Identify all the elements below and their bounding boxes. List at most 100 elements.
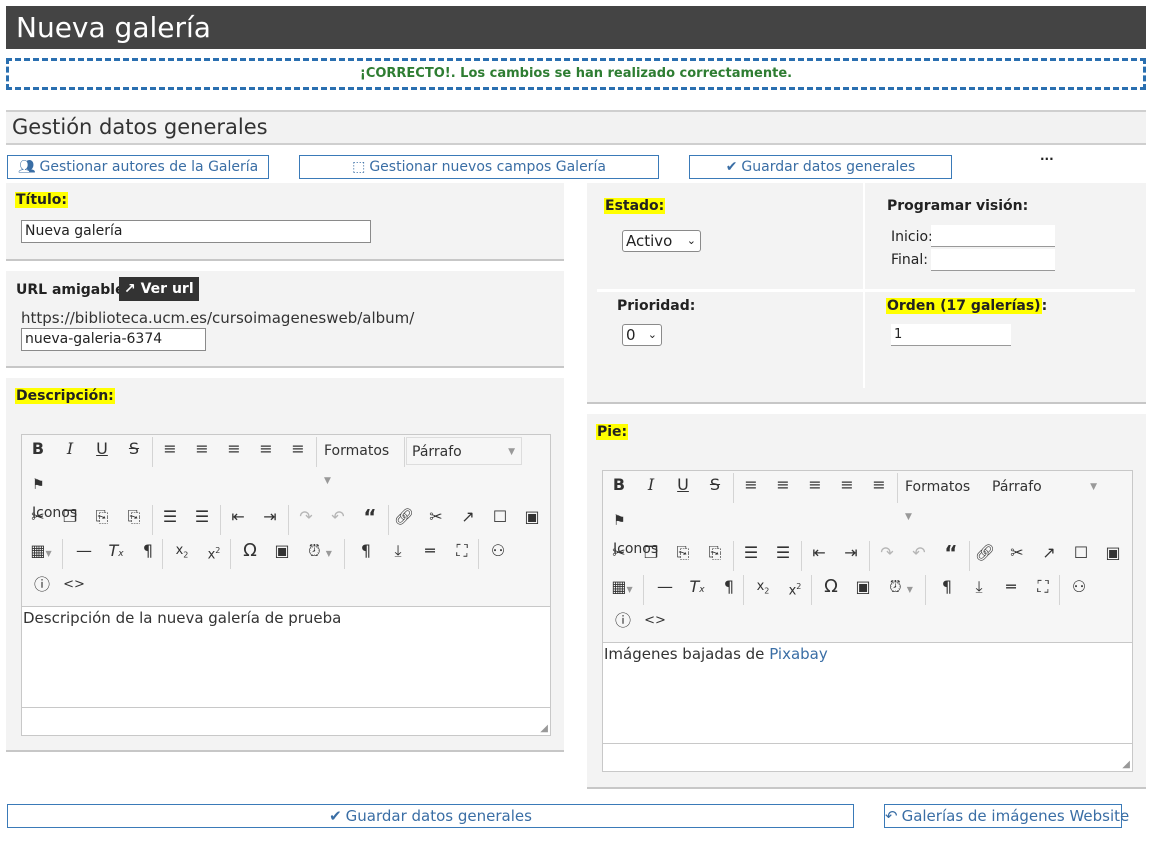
underline-icon[interactable]: U — [88, 435, 116, 463]
final-input[interactable] — [931, 249, 1055, 271]
image-icon[interactable]: ▣ — [518, 503, 546, 531]
indent-icon[interactable]: ⇥ — [837, 539, 865, 567]
align-left-icon[interactable]: ≡ — [156, 435, 184, 463]
help-icon[interactable]: ⓘ — [28, 571, 56, 599]
numbered-list-icon[interactable]: ☰ — [769, 539, 797, 567]
omega-icon[interactable]: Ω — [236, 537, 264, 565]
external-link-icon[interactable]: ↗ — [1035, 539, 1063, 567]
underline-icon[interactable]: U — [669, 471, 697, 499]
more-options-icon[interactable]: ··· — [1040, 152, 1054, 166]
show-blocks-icon[interactable]: ¶ — [933, 573, 961, 601]
pie-content[interactable]: Imágenes bajadas de Pixabay — [603, 643, 1132, 665]
external-link-icon[interactable]: ↗ — [454, 503, 482, 531]
subscript-icon[interactable]: x2 — [168, 537, 196, 565]
inicio-input[interactable] — [931, 225, 1055, 247]
fullscreen-icon[interactable]: ⛶ — [448, 537, 476, 565]
link-icon[interactable]: 🔗︎ — [390, 503, 418, 531]
media-icon[interactable]: ▣ — [268, 537, 296, 565]
bold-icon[interactable]: B — [605, 471, 633, 499]
title-input[interactable]: Nueva galería — [21, 220, 371, 243]
binoculars-icon[interactable]: ⚇ — [1065, 573, 1093, 601]
insert-icon[interactable]: ⤓ — [384, 537, 412, 565]
superscript-icon[interactable]: x2 — [200, 537, 228, 565]
resize-handle-icon[interactable]: ◢ — [1122, 759, 1130, 770]
table-icon[interactable]: ▦▼ — [24, 537, 58, 565]
outdent-icon[interactable]: ⇤ — [805, 539, 833, 567]
description-content[interactable]: Descripción de la nueva galería de prueb… — [22, 607, 550, 629]
show-blocks-icon[interactable]: ¶ — [352, 537, 380, 565]
pilcrow-icon[interactable]: ¶ — [134, 537, 162, 565]
bullet-list-icon[interactable]: ☰ — [156, 503, 184, 531]
source-code-icon[interactable]: <> — [641, 607, 669, 635]
align-right-icon[interactable]: ≡ — [801, 471, 829, 499]
numbered-list-icon[interactable]: ☰ — [188, 503, 216, 531]
prioridad-select[interactable]: 0 ⌄ — [622, 324, 662, 346]
undo-icon[interactable]: ↶ — [324, 503, 352, 531]
outdent-icon[interactable]: ⇤ — [224, 503, 252, 531]
formats-dropdown[interactable]: Formatos ▼ — [905, 473, 970, 531]
align-center-icon[interactable]: ≡ — [769, 471, 797, 499]
save-general-button[interactable]: ✔ Guardar datos generales — [689, 155, 952, 179]
bookmark-icon[interactable]: ☐ — [1067, 539, 1095, 567]
help-icon[interactable]: ⓘ — [609, 607, 637, 635]
clear-format-icon[interactable]: Tx — [102, 537, 130, 565]
unlink-icon[interactable]: ✂ — [422, 503, 450, 531]
clear-format-icon[interactable]: Tx — [683, 573, 711, 601]
orden-input[interactable]: 1 — [891, 324, 1011, 346]
align-center-icon[interactable]: ≡ — [188, 435, 216, 463]
insert-icon[interactable]: ⤓ — [965, 573, 993, 601]
bullet-list-icon[interactable]: ☰ — [737, 539, 765, 567]
subscript-icon[interactable]: x2 — [749, 573, 777, 601]
page-break-icon[interactable]: ═ — [997, 573, 1025, 601]
cut-icon[interactable]: ✂ — [24, 503, 52, 531]
source-code-icon[interactable]: <> — [60, 571, 88, 599]
paragraph-dropdown[interactable]: Párrafo ▼ — [987, 473, 1103, 501]
clock-icon[interactable]: ⏰︎ ▼ — [881, 573, 921, 601]
blockquote-icon[interactable]: “ — [937, 539, 965, 567]
copy-icon[interactable]: ❐ — [637, 539, 665, 567]
paste-icon[interactable]: ⎘ — [88, 503, 116, 531]
paste-text-icon[interactable]: ⎘ — [120, 503, 148, 531]
align-right-icon[interactable]: ≡ — [220, 435, 248, 463]
horizontal-rule-icon[interactable]: — — [70, 537, 98, 565]
superscript-icon[interactable]: x2 — [781, 573, 809, 601]
manage-fields-button[interactable]: ⬚ Gestionar nuevos campos Galería — [299, 155, 659, 179]
bookmark-icon[interactable]: ☐ — [486, 503, 514, 531]
clock-icon[interactable]: ⏰︎ ▼ — [300, 537, 340, 565]
align-none-icon[interactable]: ≡ — [865, 471, 893, 499]
manage-authors-button[interactable]: 👥︎ Gestionar autores de la Galería — [7, 155, 269, 179]
binoculars-icon[interactable]: ⚇ — [484, 537, 512, 565]
paste-icon[interactable]: ⎘ — [669, 539, 697, 567]
media-icon[interactable]: ▣ — [849, 573, 877, 601]
formats-dropdown[interactable]: Formatos ▼ — [324, 437, 389, 495]
indent-icon[interactable]: ⇥ — [256, 503, 284, 531]
table-icon[interactable]: ▦▼ — [605, 573, 639, 601]
pilcrow-icon[interactable]: ¶ — [715, 573, 743, 601]
italic-icon[interactable]: I — [56, 435, 84, 463]
description-editor[interactable]: B I U S ≡ ≡ ≡ ≡ ≡ Formatos ▼ Párrafo ▼ ⚑ … — [21, 434, 551, 736]
resize-handle-icon[interactable]: ◢ — [540, 723, 548, 734]
pixabay-link[interactable]: Pixabay — [769, 645, 828, 663]
unlink-icon[interactable]: ✂ — [1003, 539, 1031, 567]
fullscreen-icon[interactable]: ⛶ — [1029, 573, 1057, 601]
omega-icon[interactable]: Ω — [817, 573, 845, 601]
redo-icon[interactable]: ↷ — [873, 539, 901, 567]
footer-save-button[interactable]: ✔ Guardar datos generales — [7, 804, 854, 828]
estado-select[interactable]: Activo ⌄ — [622, 230, 701, 252]
page-break-icon[interactable]: ═ — [416, 537, 444, 565]
link-icon[interactable]: 🔗︎ — [971, 539, 999, 567]
paragraph-dropdown[interactable]: Párrafo ▼ — [406, 437, 522, 465]
align-justify-icon[interactable]: ≡ — [833, 471, 861, 499]
copy-icon[interactable]: ❐ — [56, 503, 84, 531]
undo-icon[interactable]: ↶ — [905, 539, 933, 567]
url-slug-input[interactable]: nueva-galeria-6374 — [21, 328, 206, 351]
paste-text-icon[interactable]: ⎘ — [701, 539, 729, 567]
pie-editor[interactable]: B I U S ≡ ≡ ≡ ≡ ≡ Formatos ▼ Párrafo ▼ ⚑ … — [602, 470, 1133, 772]
back-to-galleries-button[interactable]: ↶ Galerías de imágenes Website — [884, 804, 1129, 828]
image-icon[interactable]: ▣ — [1099, 539, 1127, 567]
strikethrough-icon[interactable]: S — [120, 435, 148, 463]
view-url-button[interactable]: ↗ Ver url — [119, 277, 199, 301]
cut-icon[interactable]: ✂ — [605, 539, 633, 567]
align-none-icon[interactable]: ≡ — [284, 435, 312, 463]
align-left-icon[interactable]: ≡ — [737, 471, 765, 499]
